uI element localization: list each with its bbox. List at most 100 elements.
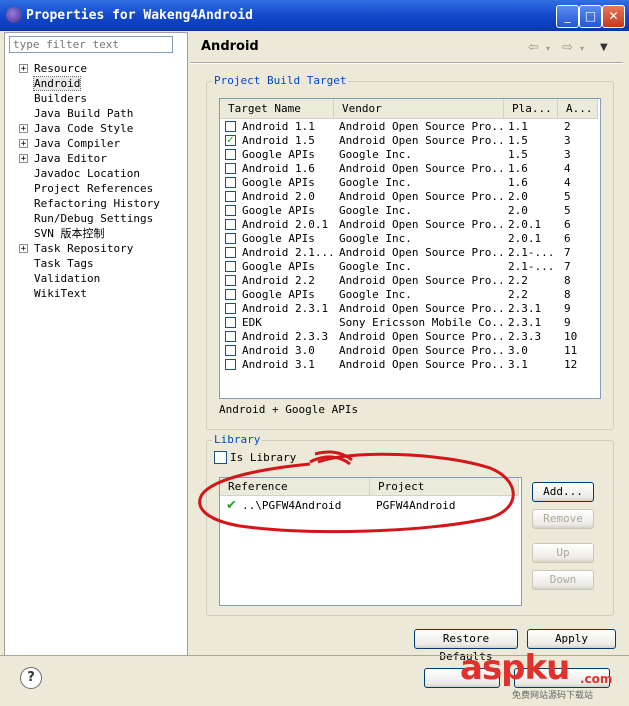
forward-arrow-icon[interactable]: ⇨ xyxy=(562,40,573,55)
tree-item[interactable]: Java Build Path xyxy=(34,106,133,121)
help-icon[interactable]: ? xyxy=(20,667,42,689)
cell-vendor: Android Open Source Pro... xyxy=(339,330,504,343)
target-checkbox[interactable] xyxy=(225,359,236,370)
cell-name: Android 3.0 xyxy=(242,344,315,357)
table-row[interactable]: Google APIs Google Inc. 2.0.1 6 xyxy=(220,232,598,246)
view-menu-icon[interactable]: ▼ xyxy=(600,42,608,53)
target-checkbox[interactable] xyxy=(225,191,236,202)
column-header-vendor[interactable]: Vendor xyxy=(334,99,504,119)
tree-item[interactable]: Javadoc Location xyxy=(34,166,140,181)
table-row[interactable]: EDK Sony Ericsson Mobile Co... 2.3.1 9 xyxy=(220,316,598,330)
tree-item[interactable]: SVN 版本控制 xyxy=(34,226,105,241)
target-checkbox[interactable] xyxy=(225,303,236,314)
tree-item[interactable]: Task Repository xyxy=(34,241,133,256)
target-checkbox[interactable] xyxy=(225,219,236,230)
column-header-target-name[interactable]: Target Name xyxy=(220,99,334,119)
table-row[interactable]: Android 3.1 Android Open Source Pro... 3.1… xyxy=(220,358,598,372)
up-button[interactable]: Up xyxy=(532,543,594,563)
cell-vendor: Android Open Source Pro... xyxy=(339,120,504,133)
table-row[interactable]: Android 1.6 Android Open Source Pro... 1.6… xyxy=(220,162,598,176)
tree-item-label: Refactoring History xyxy=(34,197,160,210)
table-row[interactable]: Google APIs Google Inc. 1.5 3 xyxy=(220,148,598,162)
table-row[interactable]: ✓ Android 1.5 Android Open Source Pro... 1.… xyxy=(220,134,598,148)
table-row[interactable]: Android 2.0.1 Android Open Source Pro... 2… xyxy=(220,218,598,232)
table-row[interactable]: Google APIs Google Inc. 1.6 4 xyxy=(220,176,598,190)
table-row[interactable]: Android 2.3.3 Android Open Source Pro... 2… xyxy=(220,330,598,344)
tree-item[interactable]: Validation xyxy=(34,271,100,286)
tree-item[interactable]: Project References xyxy=(34,181,153,196)
target-checkbox[interactable] xyxy=(225,331,236,342)
tree-item[interactable]: Resource xyxy=(34,61,87,76)
target-checkbox[interactable] xyxy=(225,177,236,188)
tree-item[interactable]: Java Code Style xyxy=(34,121,133,136)
tree-item[interactable]: Refactoring History xyxy=(34,196,160,211)
expand-icon[interactable]: + xyxy=(19,64,28,74)
cell-platform: 2.3.3 xyxy=(508,330,542,343)
target-checkbox[interactable]: ✓ xyxy=(225,135,236,146)
filter-input[interactable] xyxy=(9,36,173,53)
target-checkbox[interactable] xyxy=(225,289,236,300)
target-checkbox[interactable] xyxy=(225,275,236,286)
target-checkbox[interactable] xyxy=(225,163,236,174)
cell-vendor: Google Inc. xyxy=(339,232,412,245)
table-row[interactable]: Android 2.1... Android Open Source Pro...… xyxy=(220,246,598,260)
tree-item-label: Java Compiler xyxy=(34,137,121,150)
target-checkbox[interactable] xyxy=(225,317,236,328)
back-arrow-icon[interactable]: ⇦ xyxy=(528,40,539,55)
watermark-domain: .com xyxy=(580,672,613,686)
tree-item[interactable]: WikiText xyxy=(34,286,87,301)
target-checkbox[interactable] xyxy=(225,233,236,244)
table-row[interactable]: Google APIs Google Inc. 2.2 8 xyxy=(220,288,598,302)
column-header-platform[interactable]: Pla... xyxy=(504,99,558,119)
cell-platform: 2.0 xyxy=(508,204,528,217)
table-row[interactable]: Google APIs Google Inc. 2.0 5 xyxy=(220,204,598,218)
down-button[interactable]: Down xyxy=(532,570,594,590)
table-row[interactable]: Android 2.3.1 Android Open Source Pro... 2… xyxy=(220,302,598,316)
watermark-caption: 免费网站源码下载站 xyxy=(512,691,594,701)
remove-button[interactable]: Remove xyxy=(532,509,594,529)
target-checkbox[interactable] xyxy=(225,345,236,356)
tree-item[interactable]: Run/Debug Settings xyxy=(34,211,153,226)
cell-name: Android 2.0.1 xyxy=(242,218,329,231)
close-button[interactable]: ✕ xyxy=(602,5,625,28)
forward-dropdown-icon[interactable]: ▾ xyxy=(580,44,584,53)
cell-api: 2 xyxy=(564,120,571,133)
tree-item[interactable]: Java Compiler xyxy=(34,136,120,151)
restore-defaults-button[interactable]: Restore Defaults xyxy=(414,629,518,663)
cell-name: Android 1.5 xyxy=(242,134,315,147)
target-checkbox[interactable] xyxy=(225,205,236,216)
apply-button[interactable]: Apply xyxy=(527,629,616,649)
expand-icon[interactable]: + xyxy=(19,154,28,164)
minimize-button[interactable]: _ xyxy=(556,5,579,28)
tree-item[interactable]: Builders xyxy=(34,91,87,106)
add-button[interactable]: Add... xyxy=(532,482,594,502)
table-row[interactable]: Android 2.2 Android Open Source Pro... 2.2… xyxy=(220,274,598,288)
expand-icon[interactable]: + xyxy=(19,139,28,149)
tree-item-label: Resource xyxy=(34,62,87,75)
tree-item[interactable]: Task Tags xyxy=(34,256,94,271)
expand-icon[interactable]: + xyxy=(19,124,28,134)
target-checkbox[interactable] xyxy=(225,121,236,132)
column-header-api[interactable]: A... xyxy=(558,99,598,119)
target-checkbox[interactable] xyxy=(225,247,236,258)
cell-api: 10 xyxy=(564,330,578,343)
cell-name: Android 2.3.1 xyxy=(242,302,329,315)
target-checkbox[interactable] xyxy=(225,149,236,160)
table-row[interactable]: Android 2.0 Android Open Source Pro... 2.0… xyxy=(220,190,598,204)
target-checkbox[interactable] xyxy=(225,261,236,272)
tree-item-label: Project References xyxy=(34,182,154,195)
table-row[interactable]: Android 3.0 Android Open Source Pro... 3.0… xyxy=(220,344,598,358)
cell-api: 4 xyxy=(564,162,571,175)
target-description: Android + Google APIs xyxy=(219,403,359,416)
tree-item[interactable]: Java Editor xyxy=(34,151,107,166)
back-dropdown-icon[interactable]: ▾ xyxy=(546,44,550,53)
cell-name: EDK xyxy=(242,316,262,329)
tree-item[interactable]: Android xyxy=(32,76,82,91)
table-row[interactable]: Google APIs Google Inc. 2.1-... 7 xyxy=(220,260,598,274)
expand-icon[interactable]: + xyxy=(19,244,28,254)
cell-vendor: Android Open Source Pro... xyxy=(339,274,504,287)
table-row[interactable]: Android 1.1 Android Open Source Pro... 1.1… xyxy=(220,120,598,134)
cell-vendor: Google Inc. xyxy=(339,288,412,301)
cell-api: 3 xyxy=(564,134,571,147)
maximize-button[interactable]: □ xyxy=(579,5,602,28)
